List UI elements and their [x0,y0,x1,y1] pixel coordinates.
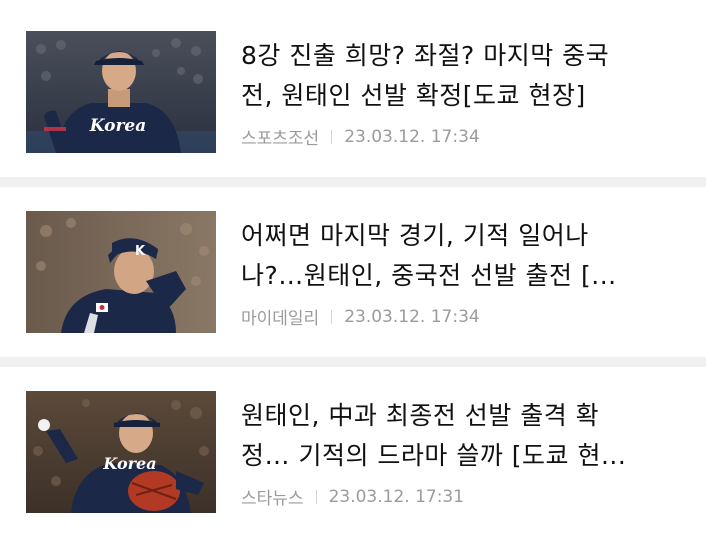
source-name: 스타뉴스 [241,489,304,509]
article-meta: 마이데일리 23.03.12. 17:34 [241,304,480,330]
source-name: 스포츠조선 [241,129,320,149]
headline-line-1[interactable]: 8강 진출 희망? 좌절? 마지막 중국 [241,36,691,76]
publish-time: 23.03.12. 17:34 [344,126,480,147]
pitcher-photo: Korea [26,391,216,513]
headline-line-1[interactable]: 원태인, 中과 최종전 선발 출격 확 [241,396,691,436]
headline-line-1[interactable]: 어쩌면 마지막 경기, 기적 일어나 [241,216,691,256]
cap-logo: K [135,244,146,259]
headline-line-2[interactable]: 나?…원태인, 중국전 선발 출전 [... [241,256,691,296]
source-name: 마이데일리 [241,309,320,329]
pitcher-photo: K [26,211,216,333]
jersey-text: Korea [102,454,156,473]
item-divider [0,357,706,367]
article-meta: 스포츠조선 23.03.12. 17:34 [241,124,480,150]
article-thumbnail[interactable]: Korea [26,391,216,513]
publish-time: 23.03.12. 17:31 [328,486,465,507]
news-feed: Korea 8강 진출 희망? 좌절? 마지막 중국 전, 원태인 선발 확정[… [0,0,706,544]
item-divider [0,177,706,187]
headline-line-2[interactable]: 정… 기적의 드라마 쓸까 [도쿄 현... [241,436,691,476]
meta-separator [315,489,317,504]
news-item[interactable]: Korea 8강 진출 희망? 좌절? 마지막 중국 전, 원태인 선발 확정[… [0,0,706,170]
jersey-text: Korea [89,116,147,136]
news-item[interactable]: K 어쩌면 마지막 경기, 기적 일어나 나?…원태인, 중국전 선발 출전 [… [0,187,706,357]
pitcher-photo: Korea [26,31,216,153]
article-thumbnail[interactable]: K [26,211,216,333]
meta-separator [331,129,333,144]
news-item[interactable]: Korea 원태인, 中과 최종전 선발 출격 확 정… 기적의 드라마 쓸까 … [0,367,706,537]
publish-time: 23.03.12. 17:34 [344,306,480,327]
headline-line-2[interactable]: 전, 원태인 선발 확정[도쿄 현장] [241,76,691,116]
article-thumbnail[interactable]: Korea [26,31,216,153]
meta-separator [331,309,333,324]
article-meta: 스타뉴스 23.03.12. 17:31 [241,484,465,510]
